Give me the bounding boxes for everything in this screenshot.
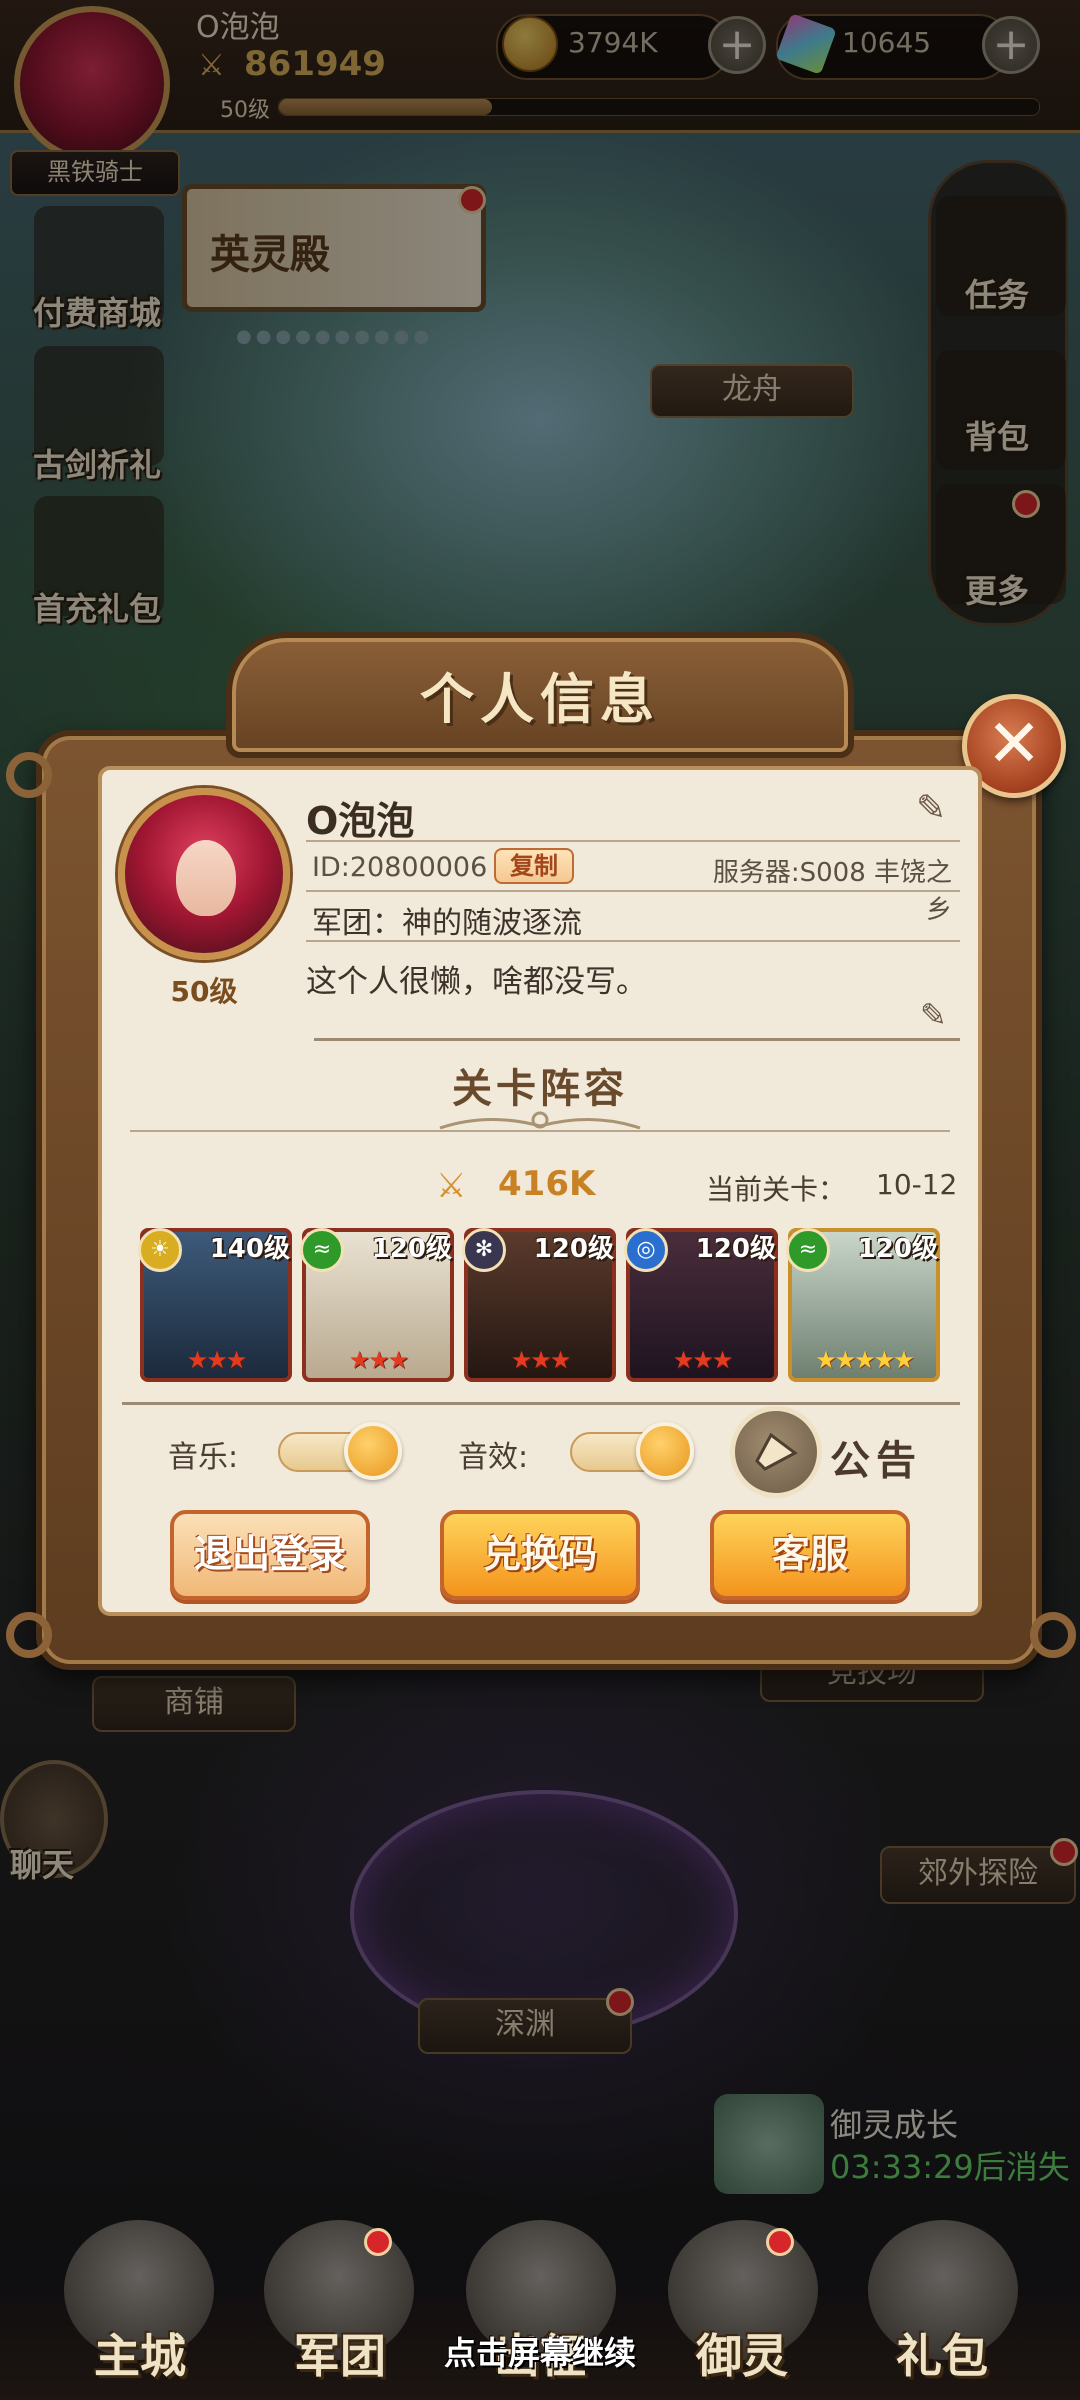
sfx-toggle-knob[interactable] [636,1422,694,1480]
profile-id: ID:20800006 [312,852,488,883]
crossed-swords-icon: ⚔ [436,1166,467,1206]
profile-level: 50级 [170,975,238,1008]
legion-alert-dot [364,2228,392,2256]
current-stage-value: 10-12 [876,1168,958,1201]
edit-name-icon[interactable]: ✎ [916,788,946,829]
announcement-label: 公告 [830,1438,922,1484]
frame-ornament [6,1612,52,1658]
profile-guild: 军团：神的随波逐流 [312,906,582,941]
frame-ornament [1030,1612,1076,1658]
tap-to-continue-hint: 点击屏幕继续 [443,2334,636,2372]
profile-server: 服务器:S008 丰饶之乡 [712,858,952,925]
hero-level: 120级 [695,1234,776,1264]
sun-faction-icon: ☀ [138,1228,182,1272]
section-ornament [439,1111,641,1130]
music-toggle-knob[interactable] [344,1422,402,1480]
dark-faction-icon: ✻ [462,1228,506,1272]
current-stage-label: 当前关卡： [706,1173,847,1206]
water-faction-icon: ◎ [624,1228,668,1272]
frame-ornament [6,752,52,798]
wind-faction-icon: ≈ [786,1228,830,1272]
edit-signature-icon[interactable]: ✎ [920,996,947,1034]
profile-name: O泡泡 [306,799,415,843]
divider [314,1038,960,1041]
wind-faction-icon: ≈ [300,1228,344,1272]
divider [306,940,960,942]
music-label: 音乐: [168,1440,239,1475]
hero-stars: ★★★ [672,1346,734,1374]
avatar-portrait [176,840,236,916]
hero-stars: ★★★ [510,1346,572,1374]
customer-service-button[interactable]: 客服 [710,1510,910,1600]
logout-button[interactable]: 退出登录 [170,1510,370,1600]
hero-level: 120级 [371,1234,452,1264]
profile-signature: 这个人很懒，啥都没写。 [306,964,647,1000]
copy-id-button[interactable]: 复制 [494,848,574,884]
hero-level: 120级 [857,1234,938,1264]
lineup-section-title: 关卡阵容 [452,1066,628,1112]
hero-stars: ★★★ [348,1346,410,1374]
redeem-code-button[interactable]: 兑换码 [440,1510,640,1600]
hero-stars: ★★★★★ [815,1346,915,1374]
sfx-label: 音效: [458,1440,529,1475]
divider [122,1402,960,1405]
hero-stars: ★★★ [186,1346,248,1374]
megaphone-icon [755,1432,798,1471]
announcement-button[interactable] [730,1406,822,1498]
spirit-alert-dot [766,2228,794,2256]
hero-level: 120级 [533,1234,614,1264]
hero-level: 140级 [209,1234,290,1264]
divider [306,840,960,842]
dialog-title: 个人信息 [420,668,660,731]
divider [306,890,960,892]
lineup-power: 416K [498,1164,596,1204]
